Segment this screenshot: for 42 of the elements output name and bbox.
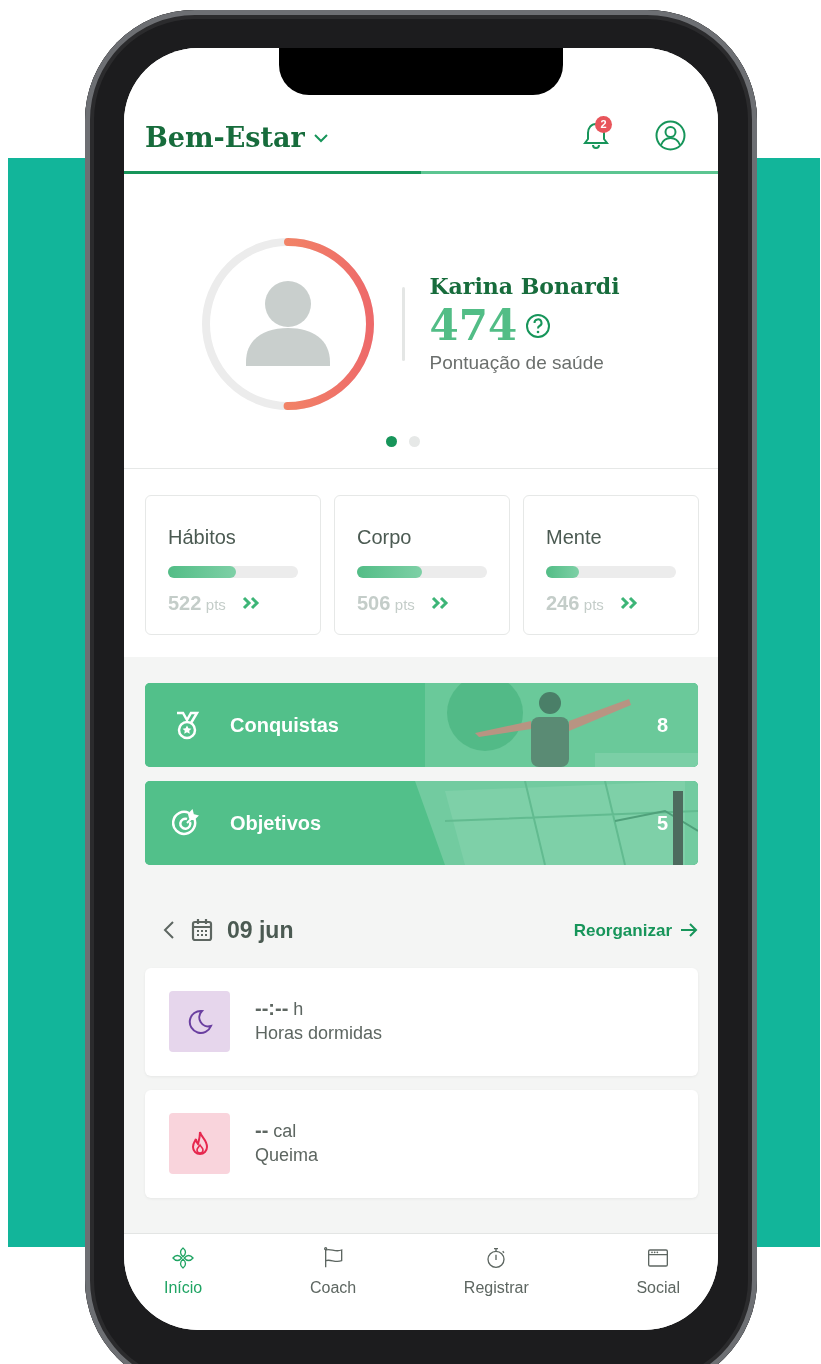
reorganize-link[interactable]: Reorganizar <box>573 917 698 943</box>
nav-tab[interactable]: Social <box>636 1246 680 1300</box>
category-card[interactable]: Hábitos 522 pts <box>145 495 321 635</box>
user-name: Karina Bonardi <box>429 272 620 302</box>
banner-count: 8 <box>656 713 668 738</box>
double-chevron-icon[interactable] <box>241 596 260 610</box>
category-title: Corpo <box>357 525 413 550</box>
banner-label: Objetivos <box>230 811 322 836</box>
nav-tab[interactable]: Início <box>164 1246 203 1300</box>
banner-count: 5 <box>656 811 668 836</box>
arrow-right-icon <box>680 922 698 939</box>
tracker-card[interactable]: --:-- h Horas dormidas <box>145 967 698 1076</box>
help-icon[interactable] <box>525 313 552 340</box>
tracker-card[interactable]: -- cal Queima <box>145 1089 698 1198</box>
user-profile-icon[interactable] <box>655 119 686 151</box>
carousel-dot[interactable] <box>409 436 420 447</box>
category-card[interactable]: Corpo 506 pts <box>334 495 510 635</box>
banner-label: Conquistas <box>230 713 339 738</box>
carousel-dot[interactable] <box>386 436 397 447</box>
section-title[interactable]: Bem-Estar <box>145 124 305 151</box>
tracker-label: Horas dormidas <box>255 1022 383 1046</box>
category-points: 506 pts <box>357 591 415 616</box>
category-title: Mente <box>546 525 603 550</box>
double-chevron-icon[interactable] <box>430 596 449 610</box>
calendar-icon[interactable] <box>191 918 213 943</box>
notification-badge: 2 <box>595 116 612 133</box>
category-title: Hábitos <box>168 525 237 550</box>
nav-tab[interactable]: Registrar <box>463 1246 529 1300</box>
back-chevron-icon[interactable] <box>163 920 175 941</box>
double-chevron-icon[interactable] <box>619 596 638 610</box>
target-icon <box>172 808 202 838</box>
tracker-value: -- cal <box>255 1117 298 1143</box>
date-label: 09 jun <box>227 916 294 945</box>
chevron-down-icon[interactable] <box>312 132 329 143</box>
nav-tab[interactable]: Coach <box>309 1246 357 1300</box>
tracker-label: Queima <box>255 1144 319 1168</box>
tracker-value: --:-- h <box>255 995 305 1021</box>
category-card[interactable]: Mente 246 pts <box>523 495 699 635</box>
health-score: 474 <box>429 303 518 350</box>
score-label: Pontuação de saúde <box>429 351 605 376</box>
category-points: 246 pts <box>546 591 604 616</box>
category-points: 522 pts <box>168 591 226 616</box>
